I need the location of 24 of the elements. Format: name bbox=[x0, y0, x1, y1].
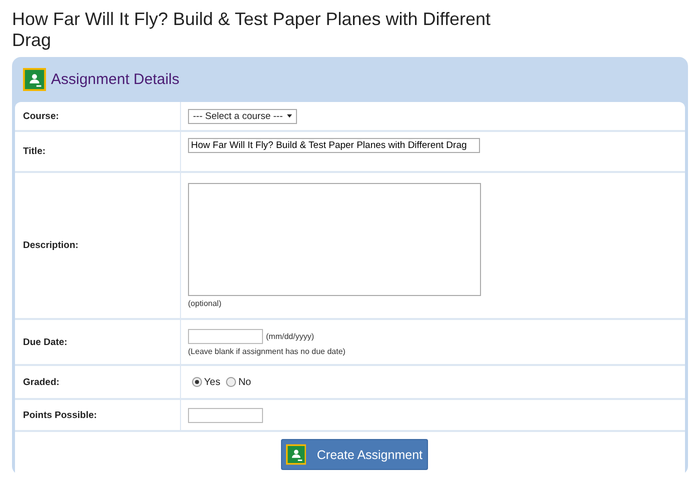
field-label: Due Date: bbox=[23, 336, 68, 348]
field-note: (optional) bbox=[188, 299, 222, 308]
date-format-hint: (mm/dd/yyyy) bbox=[266, 332, 314, 340]
field-note: (Leave blank if assignment has no due date) bbox=[188, 346, 346, 356]
create-assignment-button[interactable]: Create Assignment bbox=[280, 439, 428, 470]
panel-title: Assignment Details bbox=[51, 71, 180, 88]
radio-label: Yes bbox=[204, 376, 220, 388]
board-icon bbox=[23, 68, 46, 91]
points-field[interactable] bbox=[188, 408, 263, 422]
field-label: Title: bbox=[23, 146, 46, 157]
radio-button[interactable] bbox=[192, 377, 202, 387]
date-field[interactable] bbox=[188, 328, 263, 344]
field-label: Graded: bbox=[23, 376, 60, 388]
field-label: Points Possible: bbox=[23, 410, 97, 420]
course-select[interactable]: --- Select a course --- bbox=[188, 108, 297, 124]
radio-button[interactable] bbox=[226, 377, 236, 387]
title-field[interactable]: How Far Will It Fly? Build & Test Paper Planes with Different Drag bbox=[188, 138, 480, 153]
description-field[interactable] bbox=[188, 183, 481, 296]
page-title: How Far Will It Fly? Build & Test Paper Planes with Different Drag bbox=[11, 8, 492, 52]
radio-label: No bbox=[238, 376, 252, 388]
field-label: Course: bbox=[23, 110, 59, 122]
board-icon bbox=[286, 443, 306, 466]
field-label: Description: bbox=[23, 240, 78, 251]
dropdown-arrow-icon bbox=[286, 114, 292, 118]
